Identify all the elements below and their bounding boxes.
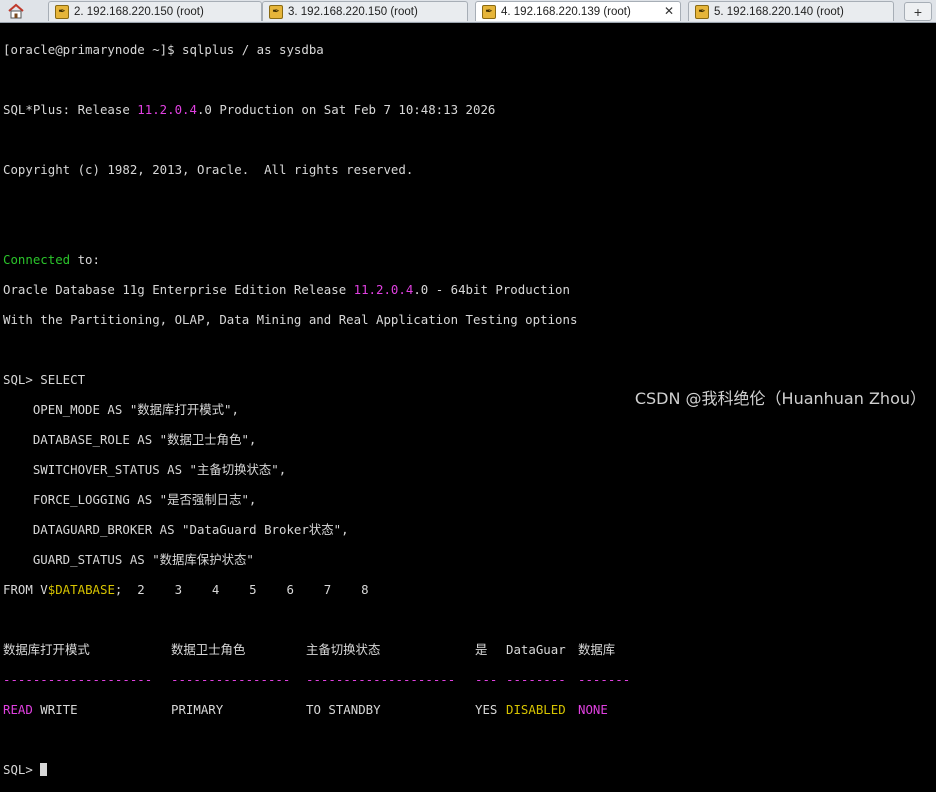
tab-session-2[interactable]: ✒ 2. 192.168.220.150 (root) [48, 1, 262, 21]
tab-title: 4. 192.168.220.139 (root) [501, 6, 631, 18]
home-icon [7, 3, 25, 19]
sql-line: DATABASE_ROLE AS "数据卫士角色", [3, 432, 577, 447]
copyright-line: Copyright (c) 1982, 2013, Oracle. All ri… [3, 162, 577, 177]
terminal-output[interactable]: [oracle@primarynode ~]$ sqlplus / as sys… [3, 27, 577, 792]
home-button[interactable] [3, 1, 29, 21]
tab-title: 3. 192.168.220.150 (root) [288, 6, 418, 18]
sql-prompt-line[interactable]: SQL> [3, 762, 577, 777]
tab-title: 5. 192.168.220.140 (root) [714, 6, 844, 18]
tab-session-5[interactable]: ✒ 5. 192.168.220.140 (root) [688, 1, 894, 21]
sql-line: DATAGUARD_BROKER AS "DataGuard Broker状态"… [3, 522, 577, 537]
key-icon: ✒ [695, 5, 709, 19]
database-version-line: Oracle Database 11g Enterprise Edition R… [3, 282, 577, 297]
key-icon: ✒ [269, 5, 283, 19]
key-icon: ✒ [55, 5, 69, 19]
shell-command-line: [oracle@primarynode ~]$ sqlplus / as sys… [3, 42, 577, 57]
tab-session-4[interactable]: ✒ 4. 192.168.220.139 (root) ✕ [475, 1, 681, 21]
tab-bar: ✒ 2. 192.168.220.150 (root) ✒ 3. 192.168… [0, 0, 936, 23]
sql-line: SWITCHOVER_STATUS AS "主备切换状态", [3, 462, 577, 477]
result-separator-row: ----------------------------------------… [3, 672, 577, 687]
watermark: CSDN @我科绝伦（Huanhuan Zhou） [635, 385, 926, 409]
plus-icon: + [914, 4, 922, 20]
result-data-row: READ WRITEPRIMARYTO STANDBYYESDISABLEDNO… [3, 702, 577, 717]
sql-from-line: FROM V$DATABASE; 2 3 4 5 6 7 8 [3, 582, 577, 597]
result-header-row: 数据库打开模式数据卫士角色主备切换状态是DataGuar数据库 [3, 642, 577, 657]
tab-session-3[interactable]: ✒ 3. 192.168.220.150 (root) [262, 1, 468, 21]
connected-line: Connected to: [3, 252, 577, 267]
sqlplus-banner: SQL*Plus: Release 11.2.0.4.0 Production … [3, 102, 577, 117]
text-cursor [40, 763, 47, 776]
key-icon: ✒ [482, 5, 496, 19]
sql-line: GUARD_STATUS AS "数据库保护状态" [3, 552, 577, 567]
close-tab-icon[interactable]: ✕ [664, 4, 674, 18]
options-line: With the Partitioning, OLAP, Data Mining… [3, 312, 577, 327]
tab-title: 2. 192.168.220.150 (root) [74, 6, 204, 18]
new-tab-button[interactable]: + [904, 2, 932, 21]
sql-line: SQL> SELECT [3, 372, 577, 387]
sql-line: FORCE_LOGGING AS "是否强制日志", [3, 492, 577, 507]
